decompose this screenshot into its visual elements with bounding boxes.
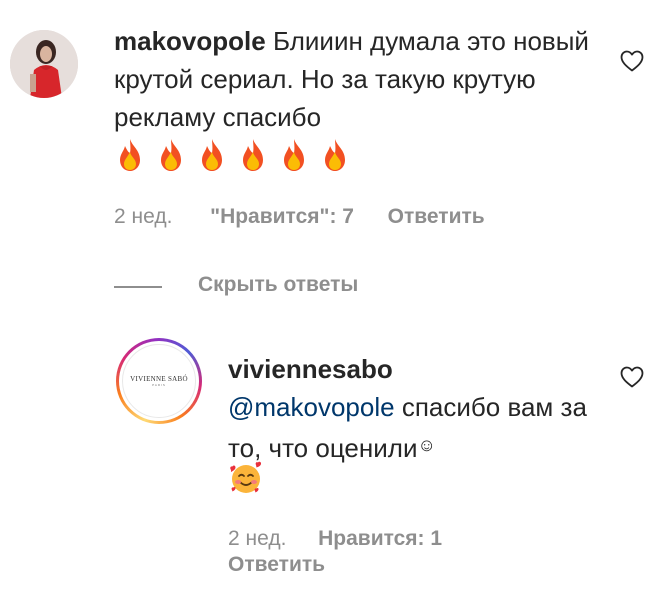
reply-smile: ☺ [417,435,436,455]
commenter-photo [10,30,78,98]
reply-mention-link[interactable]: @makovopole [228,392,395,422]
comment-like-button[interactable] [620,50,644,72]
reply-likes[interactable]: Нравится: 1 [318,527,442,550]
comment-username[interactable]: makovopole [114,26,266,56]
fire-emoji-icon [202,139,222,171]
reply-username[interactable]: viviennesabo [228,354,393,384]
fire-emoji-icon [325,139,345,171]
fire-emoji-icon [120,139,140,171]
smiling-face-with-hearts-emoji-icon [228,460,264,496]
comment-meta: 2 нед. "Нравится": 7 Ответить [114,204,485,230]
fire-emoji-icon [161,139,181,171]
comment-likes[interactable]: "Нравится": 7 [210,205,354,228]
comment-time[interactable]: 2 нед. [114,205,172,228]
brand-logo-text: VIVIENNE SABÓ [130,375,188,383]
replier-avatar[interactable]: VIVIENNE SABÓ PARIS [116,338,202,424]
reply-reply-button[interactable]: Ответить [228,552,325,578]
fire-emoji-row [114,138,360,176]
brand-logo: VIVIENNE SABÓ PARIS [122,344,196,418]
fire-emoji-icon [284,139,304,171]
reply-time[interactable]: 2 нед. [228,527,286,550]
reply-like-button[interactable] [620,366,644,388]
replies-divider [114,286,162,288]
comment-body: makovopole Блииин думала это новый круто… [114,22,594,136]
commenter-avatar[interactable] [10,30,78,98]
heart-outline-icon [620,50,644,72]
brand-logo-subtext: PARIS [152,383,166,387]
reply-body: viviennesabo @makovopole спасибо вам за … [228,350,598,467]
fire-emoji-icon [243,139,263,171]
comment-reply-button[interactable]: Ответить [388,205,485,228]
reply-meta: 2 нед. Нравится: 1 [228,526,442,552]
heart-outline-icon [620,366,644,388]
hide-replies-button[interactable]: Скрыть ответы [198,272,358,298]
